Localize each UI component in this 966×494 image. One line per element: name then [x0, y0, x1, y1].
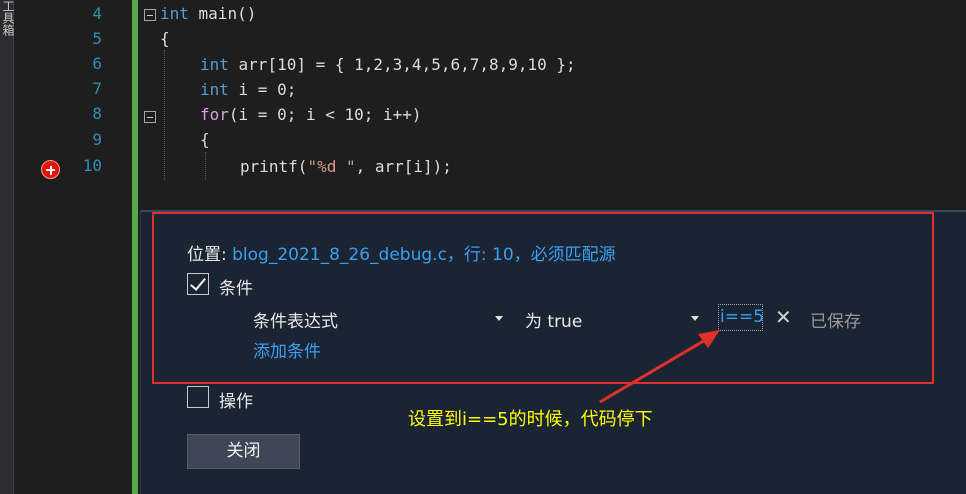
close-button[interactable]: 关闭 [187, 434, 300, 469]
line-number: 9 [92, 130, 102, 149]
actions-label: 操作 [219, 392, 253, 412]
code-line-8[interactable]: for(i = 0; i < 10; i++) [200, 105, 422, 130]
string-literal: "%d " [307, 157, 356, 176]
keyword: for [200, 105, 229, 124]
code-line-9[interactable]: { [200, 130, 210, 155]
line-numbers: 4 5 6 7 8 9 10 [52, 0, 132, 494]
keyword: int [160, 4, 189, 23]
code-line-5[interactable]: { [160, 29, 170, 54]
code-text: printf( [240, 157, 308, 176]
collapse-icon[interactable] [144, 111, 156, 123]
line-number: 7 [92, 79, 102, 98]
line-number: 8 [92, 104, 102, 123]
indent-guide [205, 152, 206, 180]
code-line-6[interactable]: int arr[10] = { 1,2,3,4,5,6,7,8,9,10 }; [200, 55, 576, 80]
code-text: i = 0; [228, 80, 297, 99]
code-text: , arr[i]); [355, 157, 452, 176]
code-line-10[interactable]: printf("%d ", arr[i]); [240, 157, 452, 182]
code-editor[interactable]: int main() { int arr[10] = { 1,2,3,4,5,6… [140, 0, 966, 200]
toolbox-label[interactable]: 工具箱 [0, 0, 15, 36]
toolbox-strip[interactable]: 工具箱 [0, 0, 15, 494]
line-number: 6 [92, 54, 102, 73]
collapse-icon[interactable] [144, 9, 156, 21]
highlight-box [152, 212, 934, 384]
code-text: arr[10] = { 1,2,3,4,5,6,7,8,9,10 }; [228, 55, 576, 74]
code-line-7[interactable]: int i = 0; [200, 80, 296, 105]
code-text: main() [188, 4, 257, 23]
indent-guide [164, 50, 165, 180]
glyph-margin[interactable] [14, 0, 60, 494]
keyword: int [200, 80, 229, 99]
keyword: int [200, 55, 229, 74]
actions-checkbox[interactable] [187, 386, 209, 408]
annotation-text: 设置到i==5的时候，代码停下 [408, 409, 653, 430]
code-text: (i = 0; i < 10; i++) [228, 105, 422, 124]
line-number: 10 [82, 156, 102, 175]
line-number: 5 [92, 29, 102, 48]
code-line-4[interactable]: int main() [160, 4, 256, 29]
line-number: 4 [92, 4, 102, 23]
